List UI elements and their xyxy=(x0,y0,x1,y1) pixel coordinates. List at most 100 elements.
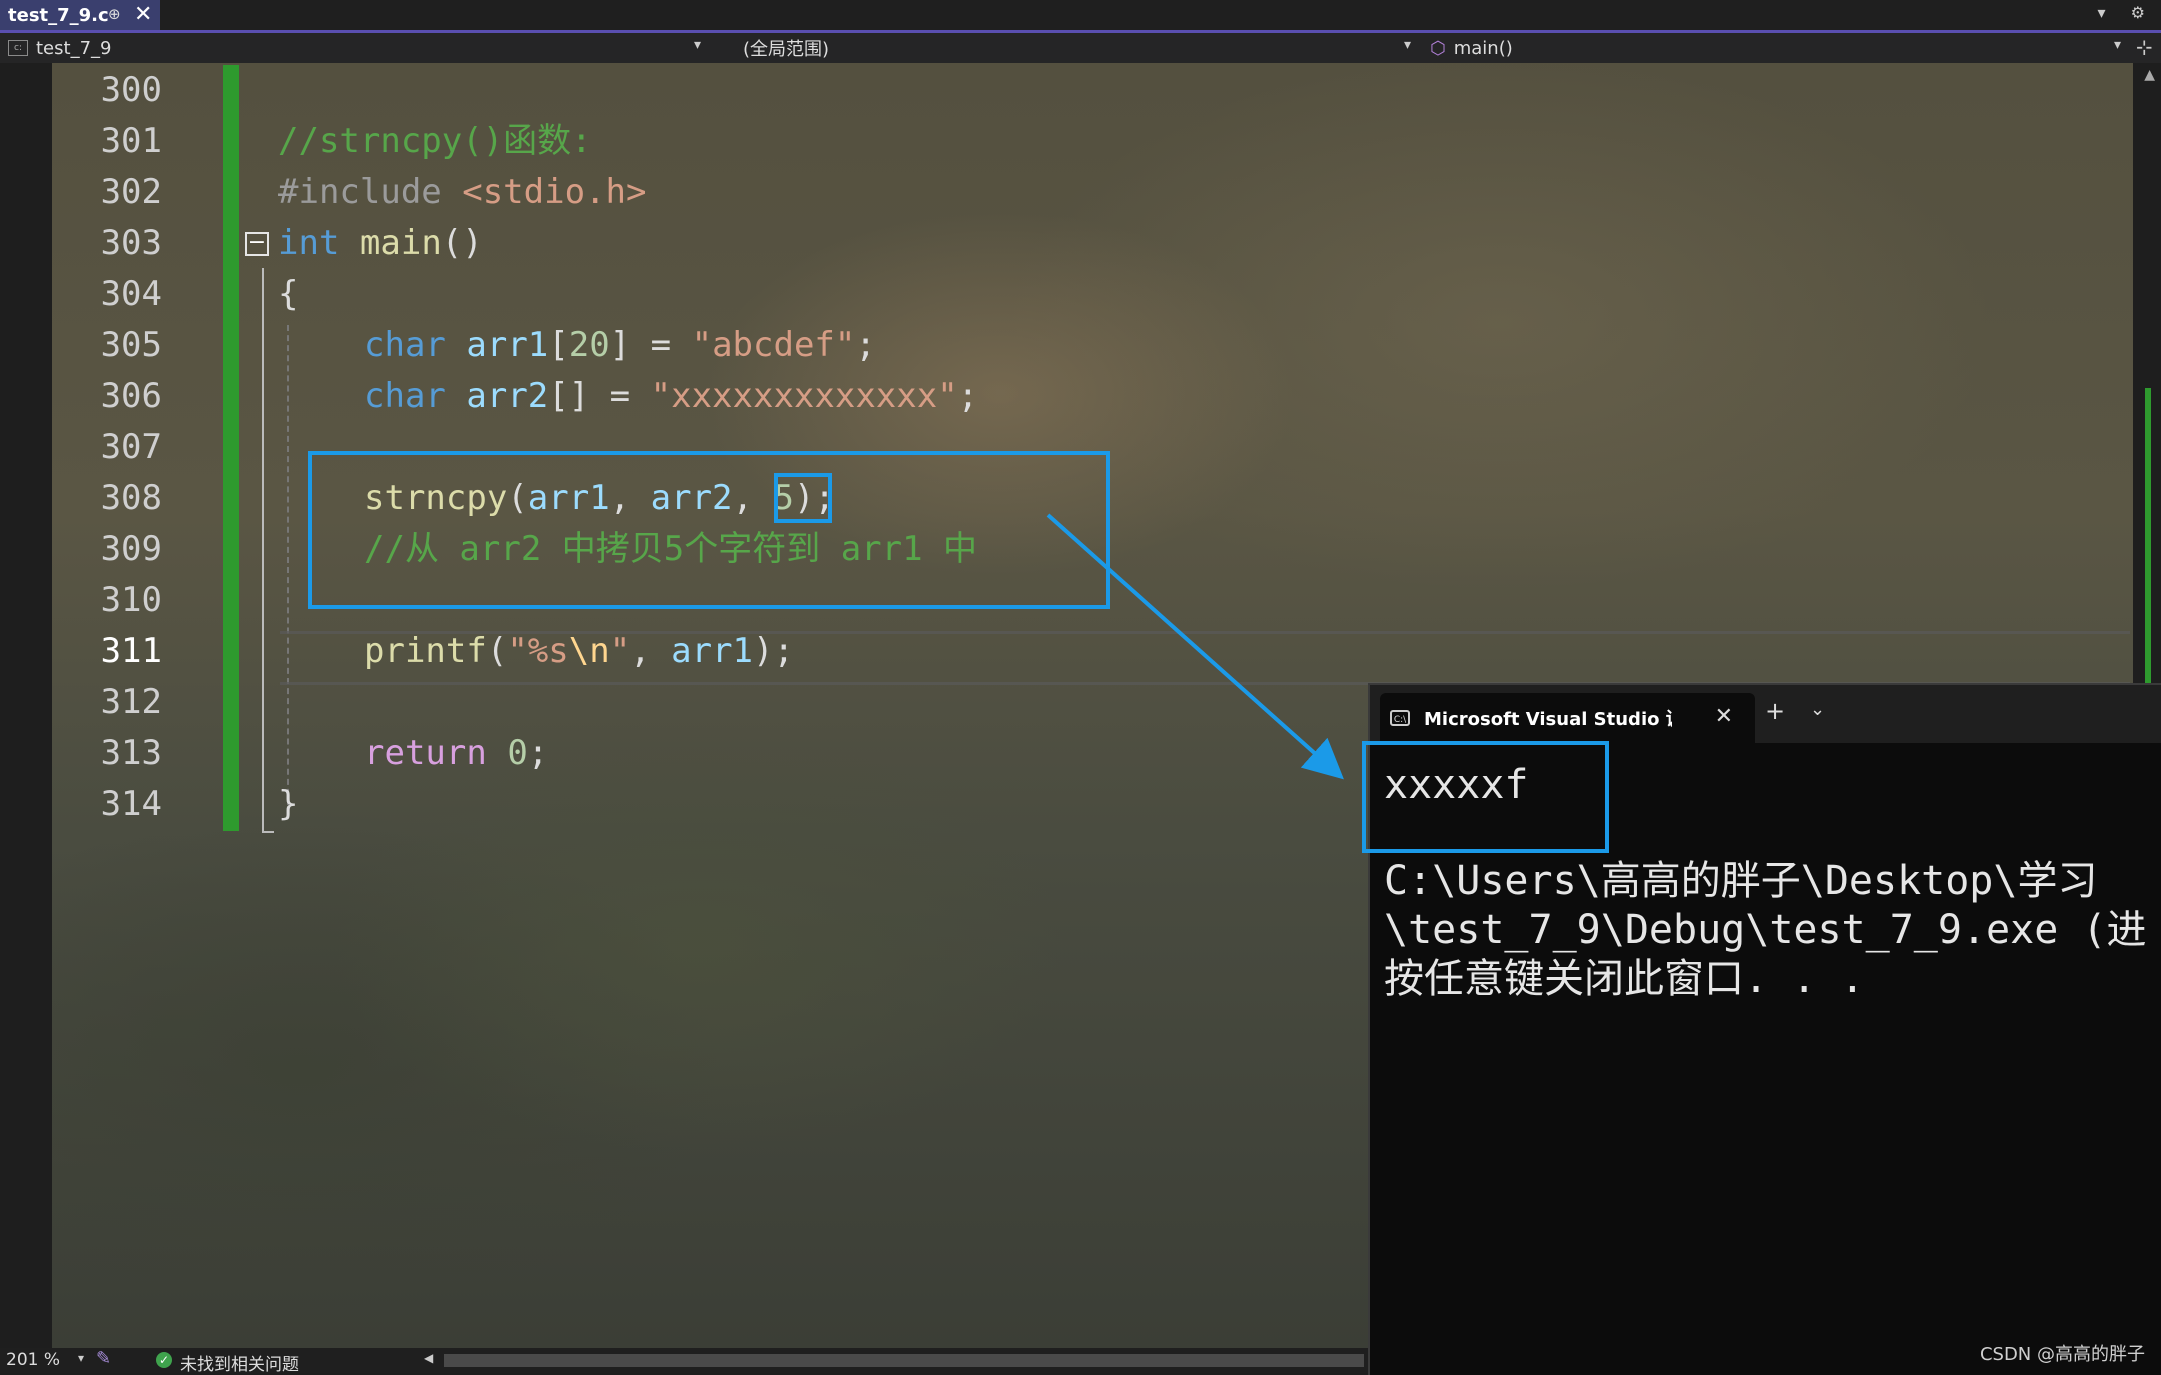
annotation-box-count xyxy=(774,473,832,523)
code-line-306: char arr2[] = "xxxxxxxxxxxxx"; xyxy=(364,371,978,422)
line-number: 300 xyxy=(100,70,162,110)
punctuation: ); xyxy=(753,631,794,671)
scope-dropdown[interactable]: (全局范围) xyxy=(743,33,1403,63)
watermark: CSDN @高高的胖子 xyxy=(1979,1344,2145,1365)
line-number: 304 xyxy=(100,274,162,314)
annotation-box-output xyxy=(1362,741,1609,853)
line-number: 312 xyxy=(100,682,162,722)
terminal-icon: C:\ xyxy=(1390,710,1410,726)
line-number: 306 xyxy=(100,376,162,416)
tab-overflow-and-settings-icon[interactable]: ▾ ⚙ xyxy=(2098,3,2155,22)
console-output-path: \test_7_9\Debug\test_7_9.exe (进 xyxy=(1384,907,2147,953)
include-header: <stdio.h> xyxy=(462,172,647,212)
keyword: char xyxy=(364,376,446,416)
horizontal-scrollbar[interactable] xyxy=(444,1354,1364,1367)
code-cleanup-icon[interactable]: ✎ xyxy=(96,1348,111,1369)
line-number: 305 xyxy=(100,325,162,365)
close-icon[interactable]: ✕ xyxy=(134,2,152,27)
chevron-down-icon[interactable]: ▾ xyxy=(694,37,701,53)
pin-icon[interactable]: ⊕ xyxy=(108,5,121,23)
check-circle-icon: ✓ xyxy=(156,1352,172,1368)
line-number: 313 xyxy=(100,733,162,773)
close-icon[interactable]: ✕ xyxy=(1715,704,1733,729)
zoom-level[interactable]: 201 % xyxy=(6,1350,60,1370)
console-output-path: C:\Users\高高的胖子\Desktop\学习 xyxy=(1384,858,2098,904)
string: "abcdef" xyxy=(691,325,856,365)
project-dropdown[interactable]: c: test_7_9 xyxy=(8,33,708,63)
chevron-down-icon[interactable]: ▾ xyxy=(78,1351,84,1365)
string: "xxxxxxxxxxxxx" xyxy=(650,376,958,416)
console-output-prompt: 按任意键关闭此窗口. . . xyxy=(1384,956,1865,1002)
punctuation: [ xyxy=(548,325,569,365)
line-number: 309 xyxy=(100,529,162,569)
console-tab-title: Microsoft Visual Studio 调试控制台 xyxy=(1424,709,1672,730)
status-bar: 201 % ▾ ✎ ✓ 未找到相关问题 ◀ xyxy=(0,1348,1368,1375)
console-tab[interactable]: C:\ Microsoft Visual Studio 调试控制台 ✕ xyxy=(1380,693,1755,743)
debug-console-window[interactable]: C:\ Microsoft Visual Studio 调试控制台 ✕ + ⌄ … xyxy=(1362,683,2161,1375)
keyword: return xyxy=(364,733,487,773)
project-label: test_7_9 xyxy=(36,37,112,59)
scope-label: (全局范围) xyxy=(743,39,830,60)
number: 0 xyxy=(507,733,528,773)
code-line-314: } xyxy=(278,779,298,830)
line-number: 308 xyxy=(100,478,162,518)
identifier: arr2 xyxy=(466,376,549,416)
indent-guide xyxy=(287,325,289,805)
line-number: 301 xyxy=(100,121,162,161)
punctuation: () xyxy=(441,223,483,263)
chevron-down-icon[interactable]: ▾ xyxy=(1404,37,1411,53)
code-line-301: //strncpy()函数: xyxy=(278,116,592,167)
split-editor-icon[interactable]: ⊹ xyxy=(2136,35,2153,59)
annotation-box-code xyxy=(308,451,1110,609)
brace: } xyxy=(278,784,299,824)
punctuation: ; xyxy=(527,733,549,773)
code-line-302: #include <stdio.h> xyxy=(278,167,646,218)
number: 20 xyxy=(568,325,610,365)
tab-test-7-9-c[interactable]: test_7_9.c ⊕ ✕ xyxy=(0,0,160,30)
member-dropdown[interactable]: ⬡ main() xyxy=(1430,33,2110,63)
punctuation: ] = xyxy=(609,325,692,365)
scroll-left-icon[interactable]: ◀ xyxy=(424,1351,433,1365)
identifier: arr1 xyxy=(671,631,754,671)
scroll-up-icon[interactable]: ▲ xyxy=(2144,67,2155,83)
editor-left-margin xyxy=(0,63,52,1348)
code-line-311: printf("%s\n", arr1); xyxy=(364,626,794,677)
keyword: int xyxy=(278,223,340,263)
chevron-down-icon[interactable]: ⌄ xyxy=(1810,699,1825,720)
comment: //strncpy()函数: xyxy=(278,121,592,161)
code-line-313: return 0; xyxy=(364,728,548,779)
change-tracking-bar xyxy=(223,65,239,831)
code-line-304: { xyxy=(278,269,298,320)
collapse-icon[interactable]: − xyxy=(245,232,269,256)
issues-status[interactable]: 未找到相关问题 xyxy=(180,1350,299,1375)
chevron-down-icon[interactable]: ▾ xyxy=(2114,37,2121,53)
code-line-303: int main() xyxy=(278,218,483,269)
new-tab-icon[interactable]: + xyxy=(1765,697,1785,725)
line-number: 310 xyxy=(100,580,162,620)
string: " xyxy=(609,631,631,671)
keyword: char xyxy=(364,325,446,365)
project-icon: c: xyxy=(8,40,28,56)
punctuation: ; xyxy=(957,376,979,416)
identifier: arr1 xyxy=(466,325,549,365)
document-tab-strip: test_7_9.c ⊕ ✕ ▾ ⚙ xyxy=(0,0,2161,33)
punctuation: ; xyxy=(855,325,876,365)
line-number-current: 311 xyxy=(100,631,162,671)
console-titlebar: C:\ Microsoft Visual Studio 调试控制台 ✕ + ⌄ xyxy=(1370,685,2161,743)
line-number: 303 xyxy=(100,223,162,263)
string: "%s xyxy=(507,631,569,671)
navigation-bar: c: test_7_9 ▾ (全局范围) ▾ ⬡ main() ▾ ⊹ xyxy=(0,33,2161,63)
punctuation: ( xyxy=(486,631,508,671)
escape-sequence: \n xyxy=(568,631,610,671)
line-number: 302 xyxy=(100,172,162,212)
code-line-305: char arr1[20] = "abcdef"; xyxy=(364,320,876,371)
line-number: 314 xyxy=(100,784,162,824)
tab-title: test_7_9.c xyxy=(8,4,109,26)
fold-region-end xyxy=(262,831,274,833)
preprocessor: #include xyxy=(278,172,463,212)
function-name: main xyxy=(359,223,442,263)
fold-region-line xyxy=(262,268,264,833)
method-cube-icon: ⬡ xyxy=(1430,37,1446,59)
brace: { xyxy=(278,274,299,314)
punctuation: , xyxy=(630,631,672,671)
